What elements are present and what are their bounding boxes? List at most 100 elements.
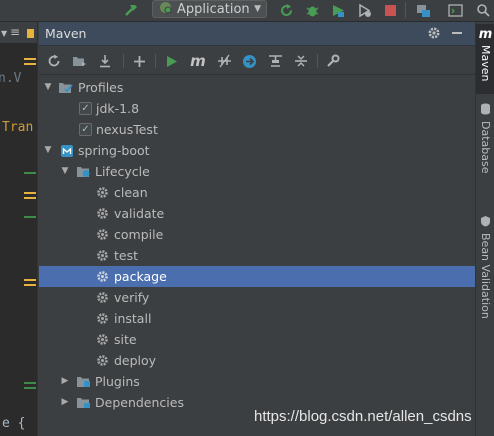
bookmark-marker (27, 29, 34, 38)
maven-title: Maven (45, 26, 87, 41)
profile-item[interactable]: ✓ nexusTest (39, 119, 475, 140)
expand-arrow-icon[interactable]: ▼ (43, 145, 53, 155)
reimport-icon[interactable] (45, 52, 63, 70)
stop-icon[interactable] (381, 2, 399, 18)
goal-label: package (114, 269, 167, 284)
build-hammer-icon[interactable] (122, 2, 140, 18)
tree-node-profiles[interactable]: ▼ Profiles (39, 77, 475, 98)
code-fragment: n.V (0, 71, 22, 86)
editor-gutter: ≡ ▼ n.V Tran e { (0, 22, 38, 436)
gear-icon (95, 353, 110, 368)
project-structure-icon[interactable] (414, 2, 432, 18)
terminal-icon[interactable] (446, 2, 464, 18)
main-toolbar: Application ▼ (0, 0, 494, 22)
add-icon[interactable] (130, 52, 148, 70)
gear-icon[interactable] (427, 26, 441, 43)
run-with-coverage-icon[interactable] (329, 2, 347, 18)
change-marker (24, 192, 36, 194)
search-icon[interactable] (474, 2, 492, 18)
editor-tab[interactable]: ≡ ▼ (0, 22, 37, 44)
gear-icon (95, 248, 110, 263)
toolbar-separator (155, 54, 156, 68)
toggle-offline-icon[interactable] (215, 52, 233, 70)
gear-icon (95, 290, 110, 305)
run-config-dropdown[interactable]: Application ▼ (152, 0, 267, 18)
tree-node-label: Lifecycle (95, 164, 150, 179)
minimize-icon[interactable] (452, 32, 462, 34)
expand-arrow-icon[interactable]: ▼ (60, 166, 70, 176)
gear-icon (95, 185, 110, 200)
collapse-all-icon[interactable] (292, 52, 310, 70)
toolbar-separator (405, 2, 406, 18)
spring-boot-app-icon (159, 1, 172, 17)
profiles-folder-icon (58, 80, 73, 95)
lifecycle-goal-verify[interactable]: verify (39, 287, 475, 308)
tree-node-label: spring-boot (78, 143, 150, 158)
run-icon[interactable] (163, 52, 181, 70)
tab-database[interactable]: Database (476, 100, 494, 200)
maven-header: Maven (39, 22, 475, 46)
debug-bug-icon[interactable] (303, 2, 321, 18)
expand-arrow-icon[interactable]: ▶ (60, 397, 70, 407)
tree-node-label: Profiles (78, 80, 124, 95)
change-marker (24, 284, 36, 286)
lifecycle-goal-compile[interactable]: compile (39, 224, 475, 245)
chevron-down-icon: ▼ (254, 4, 261, 14)
lifecycle-goal-deploy[interactable]: deploy (39, 350, 475, 371)
profile-icon[interactable] (355, 2, 373, 18)
bean-validation-icon (480, 215, 491, 230)
goal-label: test (114, 248, 139, 263)
goal-label: deploy (114, 353, 157, 368)
change-marker (24, 63, 36, 65)
tab-bean-validation[interactable]: Bean Validation (476, 212, 494, 322)
tab-label: Database (479, 121, 492, 174)
lifecycle-goal-test[interactable]: test (39, 245, 475, 266)
lifecycle-goal-install[interactable]: install (39, 308, 475, 329)
maven-tool-window: Maven m ▼ Profiles ✓ jdk-1.8 ✓ nexusTest… (39, 22, 475, 436)
goal-label: compile (114, 227, 164, 242)
tab-maven[interactable]: m Maven (476, 24, 494, 94)
expand-arrow-icon[interactable]: ▼ (43, 82, 53, 92)
show-dependencies-icon[interactable] (266, 52, 284, 70)
tab-label: Bean Validation (479, 233, 492, 319)
gear-icon (95, 206, 110, 221)
plugins-folder-icon (76, 374, 91, 389)
gear-icon (95, 332, 110, 347)
goal-label: site (114, 332, 137, 347)
tree-node-label: Dependencies (95, 395, 184, 410)
change-marker (24, 382, 36, 384)
lifecycle-goal-validate[interactable]: validate (39, 203, 475, 224)
download-icon[interactable] (96, 52, 114, 70)
tree-node-plugins[interactable]: ▶ Plugins (39, 371, 475, 392)
lifecycle-goal-clean[interactable]: clean (39, 182, 475, 203)
profile-checkbox[interactable]: ✓ (79, 123, 92, 136)
watermark-text: https://blog.csdn.net/allen_csdns (254, 408, 472, 425)
tree-node-project[interactable]: ▼ spring-boot (39, 140, 475, 161)
chevron-down-icon: ▼ (1, 29, 8, 38)
maven-project-icon (59, 143, 74, 158)
goal-label: validate (114, 206, 165, 221)
tab-label: Maven (479, 45, 492, 82)
lifecycle-goal-site[interactable]: site (39, 329, 475, 350)
maven-toolbar: m (39, 47, 475, 75)
execute-goal-icon[interactable]: m (189, 52, 207, 70)
tree-node-label: Plugins (95, 374, 140, 389)
profile-checkbox[interactable]: ✓ (79, 102, 92, 115)
change-marker (24, 172, 36, 174)
profile-label: jdk-1.8 (96, 101, 140, 116)
change-marker (24, 387, 36, 389)
rerun-icon[interactable] (277, 2, 295, 18)
right-tool-window-bar: m Maven Database Bean Validation (475, 22, 494, 436)
tree-node-lifecycle[interactable]: ▼ Lifecycle (39, 161, 475, 182)
lifecycle-goal-package[interactable]: package (39, 266, 475, 287)
profile-label: nexusTest (96, 122, 158, 137)
goal-label: verify (114, 290, 150, 305)
generate-sources-icon[interactable] (70, 52, 88, 70)
profile-item[interactable]: ✓ jdk-1.8 (39, 98, 475, 119)
goal-label: clean (114, 185, 148, 200)
gear-icon (95, 227, 110, 242)
expand-arrow-icon[interactable]: ▶ (60, 376, 70, 386)
lifecycle-folder-icon (76, 164, 91, 179)
skip-tests-icon[interactable] (240, 52, 258, 70)
settings-wrench-icon[interactable] (324, 52, 342, 70)
